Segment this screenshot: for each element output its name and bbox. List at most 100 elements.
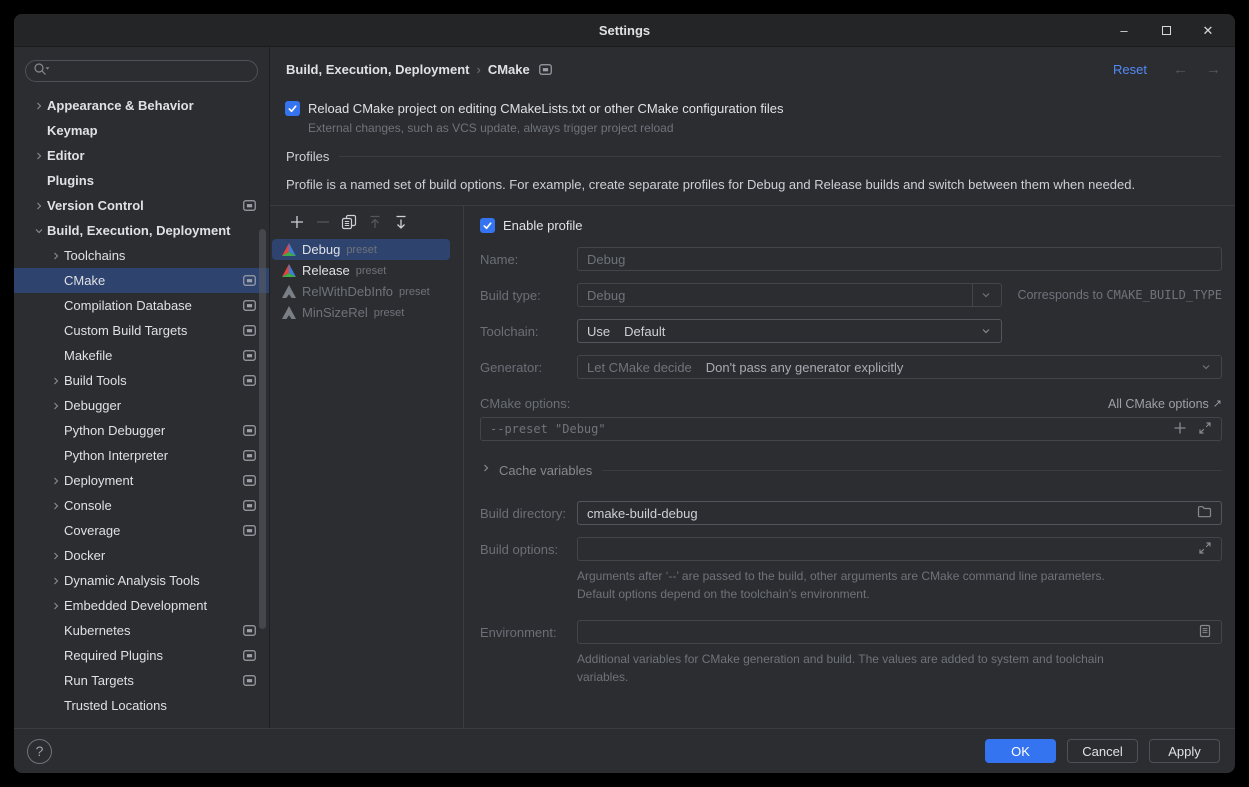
breadcrumb-parent[interactable]: Build, Execution, Deployment bbox=[286, 62, 469, 77]
environment-field[interactable] bbox=[577, 620, 1222, 644]
chevron-right-icon[interactable] bbox=[33, 200, 47, 212]
sidebar-item-coverage[interactable]: Coverage bbox=[14, 518, 269, 543]
chevron-right-icon[interactable] bbox=[50, 375, 64, 387]
generator-select[interactable]: Let CMake decide Don't pass any generato… bbox=[577, 355, 1222, 379]
toolchain-select[interactable]: Use Default bbox=[577, 319, 1002, 343]
chevron-right-icon[interactable] bbox=[50, 500, 64, 512]
sidebar-item-deployment[interactable]: Deployment bbox=[14, 468, 269, 493]
chevron-right-icon[interactable] bbox=[50, 575, 64, 587]
chevron-right-icon[interactable] bbox=[50, 600, 64, 612]
profile-item-relwithdebinfo[interactable]: RelWithDebInfopreset bbox=[272, 281, 450, 302]
sidebar-item-dynamic-analysis-tools[interactable]: Dynamic Analysis Tools bbox=[14, 568, 269, 593]
reload-cmake-checkbox[interactable] bbox=[285, 101, 300, 116]
toolchain-label: Toolchain: bbox=[480, 324, 577, 339]
sidebar-item-label: Debugger bbox=[64, 398, 121, 413]
reset-link[interactable]: Reset bbox=[1113, 62, 1147, 77]
project-settings-icon bbox=[243, 375, 256, 386]
dialog-footer: ? OK Cancel Apply bbox=[14, 728, 1235, 773]
sidebar-item-kubernetes[interactable]: Kubernetes bbox=[14, 618, 269, 643]
sidebar-scrollbar[interactable] bbox=[259, 229, 266, 629]
profile-item-debug[interactable]: Debugpreset bbox=[272, 239, 450, 260]
build-options-field[interactable] bbox=[577, 537, 1222, 561]
expand-icon[interactable] bbox=[1198, 541, 1212, 558]
build-type-select[interactable]: Debug bbox=[577, 283, 1002, 307]
generator-label: Generator: bbox=[480, 360, 577, 375]
expand-icon[interactable] bbox=[1198, 421, 1212, 438]
sidebar-item-label: Required Plugins bbox=[64, 648, 163, 663]
project-settings-icon bbox=[243, 425, 256, 436]
sidebar-item-label: Build Tools bbox=[64, 373, 127, 388]
variables-list-icon[interactable] bbox=[1198, 624, 1212, 641]
project-settings-icon bbox=[243, 275, 256, 286]
sidebar-item-console[interactable]: Console bbox=[14, 493, 269, 518]
add-icon[interactable] bbox=[1173, 421, 1187, 438]
chevron-right-icon[interactable] bbox=[33, 150, 47, 162]
minimize-icon[interactable]: – bbox=[1117, 23, 1131, 37]
close-icon[interactable]: ✕ bbox=[1201, 23, 1215, 37]
sidebar-item-plugins[interactable]: Plugins bbox=[14, 168, 269, 193]
project-settings-icon bbox=[243, 675, 256, 686]
sidebar-item-build-execution-deployment[interactable]: Build, Execution, Deployment bbox=[14, 218, 269, 243]
sidebar-item-debugger[interactable]: Debugger bbox=[14, 393, 269, 418]
add-icon[interactable] bbox=[289, 214, 305, 230]
ok-button[interactable]: OK bbox=[985, 739, 1056, 763]
sidebar-item-docker[interactable]: Docker bbox=[14, 543, 269, 568]
profile-item-release[interactable]: Releasepreset bbox=[272, 260, 450, 281]
project-settings-icon bbox=[243, 200, 256, 211]
sidebar-item-editor[interactable]: Editor bbox=[14, 143, 269, 168]
help-icon[interactable]: ? bbox=[27, 739, 52, 764]
name-field[interactable]: Debug bbox=[577, 247, 1222, 271]
profile-name: Release bbox=[302, 263, 350, 278]
sidebar-item-run-targets[interactable]: Run Targets bbox=[14, 668, 269, 693]
all-cmake-options-link[interactable]: All CMake options ↗ bbox=[1108, 397, 1222, 411]
cancel-button[interactable]: Cancel bbox=[1067, 739, 1138, 763]
folder-icon[interactable] bbox=[1197, 505, 1212, 521]
sidebar-item-custom-build-targets[interactable]: Custom Build Targets bbox=[14, 318, 269, 343]
apply-button[interactable]: Apply bbox=[1149, 739, 1220, 763]
sidebar-item-version-control[interactable]: Version Control bbox=[14, 193, 269, 218]
sidebar-item-label: CMake bbox=[64, 273, 105, 288]
maximize-icon[interactable] bbox=[1159, 23, 1173, 37]
forward-icon[interactable]: → bbox=[1206, 62, 1221, 77]
sidebar-item-keymap[interactable]: Keymap bbox=[14, 118, 269, 143]
build-directory-label: Build directory: bbox=[480, 506, 577, 521]
sidebar-item-appearance-behavior[interactable]: Appearance & Behavior bbox=[14, 93, 269, 118]
sidebar-item-trusted-locations[interactable]: Trusted Locations bbox=[14, 693, 269, 718]
settings-window: Settings – ✕ Appearance & BehaviorKeymap… bbox=[14, 14, 1235, 773]
move-down-icon[interactable] bbox=[393, 214, 409, 230]
build-options-label: Build options: bbox=[480, 542, 577, 557]
sidebar-item-label: Appearance & Behavior bbox=[47, 98, 194, 113]
back-icon[interactable]: ← bbox=[1173, 62, 1188, 77]
enable-profile-checkbox[interactable] bbox=[480, 218, 495, 233]
sidebar-item-toolchains[interactable]: Toolchains bbox=[14, 243, 269, 268]
remove-icon[interactable] bbox=[315, 214, 331, 230]
enable-profile-label: Enable profile bbox=[503, 218, 583, 233]
sidebar-item-compilation-database[interactable]: Compilation Database bbox=[14, 293, 269, 318]
cache-variables-section[interactable]: Cache variables bbox=[480, 461, 1222, 479]
sidebar-item-embedded-development[interactable]: Embedded Development bbox=[14, 593, 269, 618]
chevron-right-icon[interactable] bbox=[50, 475, 64, 487]
chevron-down-icon[interactable] bbox=[33, 225, 47, 237]
build-directory-field[interactable]: cmake-build-debug bbox=[577, 501, 1222, 525]
chevron-down-icon bbox=[980, 325, 992, 337]
reload-cmake-hint: External changes, such as VCS update, al… bbox=[308, 121, 1219, 135]
chevron-right-icon[interactable] bbox=[50, 250, 64, 262]
copy-icon[interactable] bbox=[341, 214, 357, 230]
profile-item-minsizerel[interactable]: MinSizeRelpreset bbox=[272, 302, 450, 323]
sidebar-item-build-tools[interactable]: Build Tools bbox=[14, 368, 269, 393]
cmake-options-field[interactable]: --preset "Debug" bbox=[480, 417, 1222, 441]
settings-search-box[interactable] bbox=[25, 60, 258, 82]
chevron-right-icon[interactable] bbox=[50, 550, 64, 562]
search-input[interactable] bbox=[53, 64, 250, 78]
sidebar-item-python-debugger[interactable]: Python Debugger bbox=[14, 418, 269, 443]
chevron-right-icon[interactable] bbox=[33, 100, 47, 112]
sidebar-item-label: Build, Execution, Deployment bbox=[47, 223, 230, 238]
section-divider bbox=[339, 156, 1221, 157]
chevron-right-icon[interactable] bbox=[50, 400, 64, 412]
move-up-icon[interactable] bbox=[367, 214, 383, 230]
profiles-section-title: Profiles bbox=[286, 149, 329, 164]
sidebar-item-required-plugins[interactable]: Required Plugins bbox=[14, 643, 269, 668]
sidebar-item-makefile[interactable]: Makefile bbox=[14, 343, 269, 368]
sidebar-item-cmake[interactable]: CMake bbox=[14, 268, 269, 293]
sidebar-item-python-interpreter[interactable]: Python Interpreter bbox=[14, 443, 269, 468]
